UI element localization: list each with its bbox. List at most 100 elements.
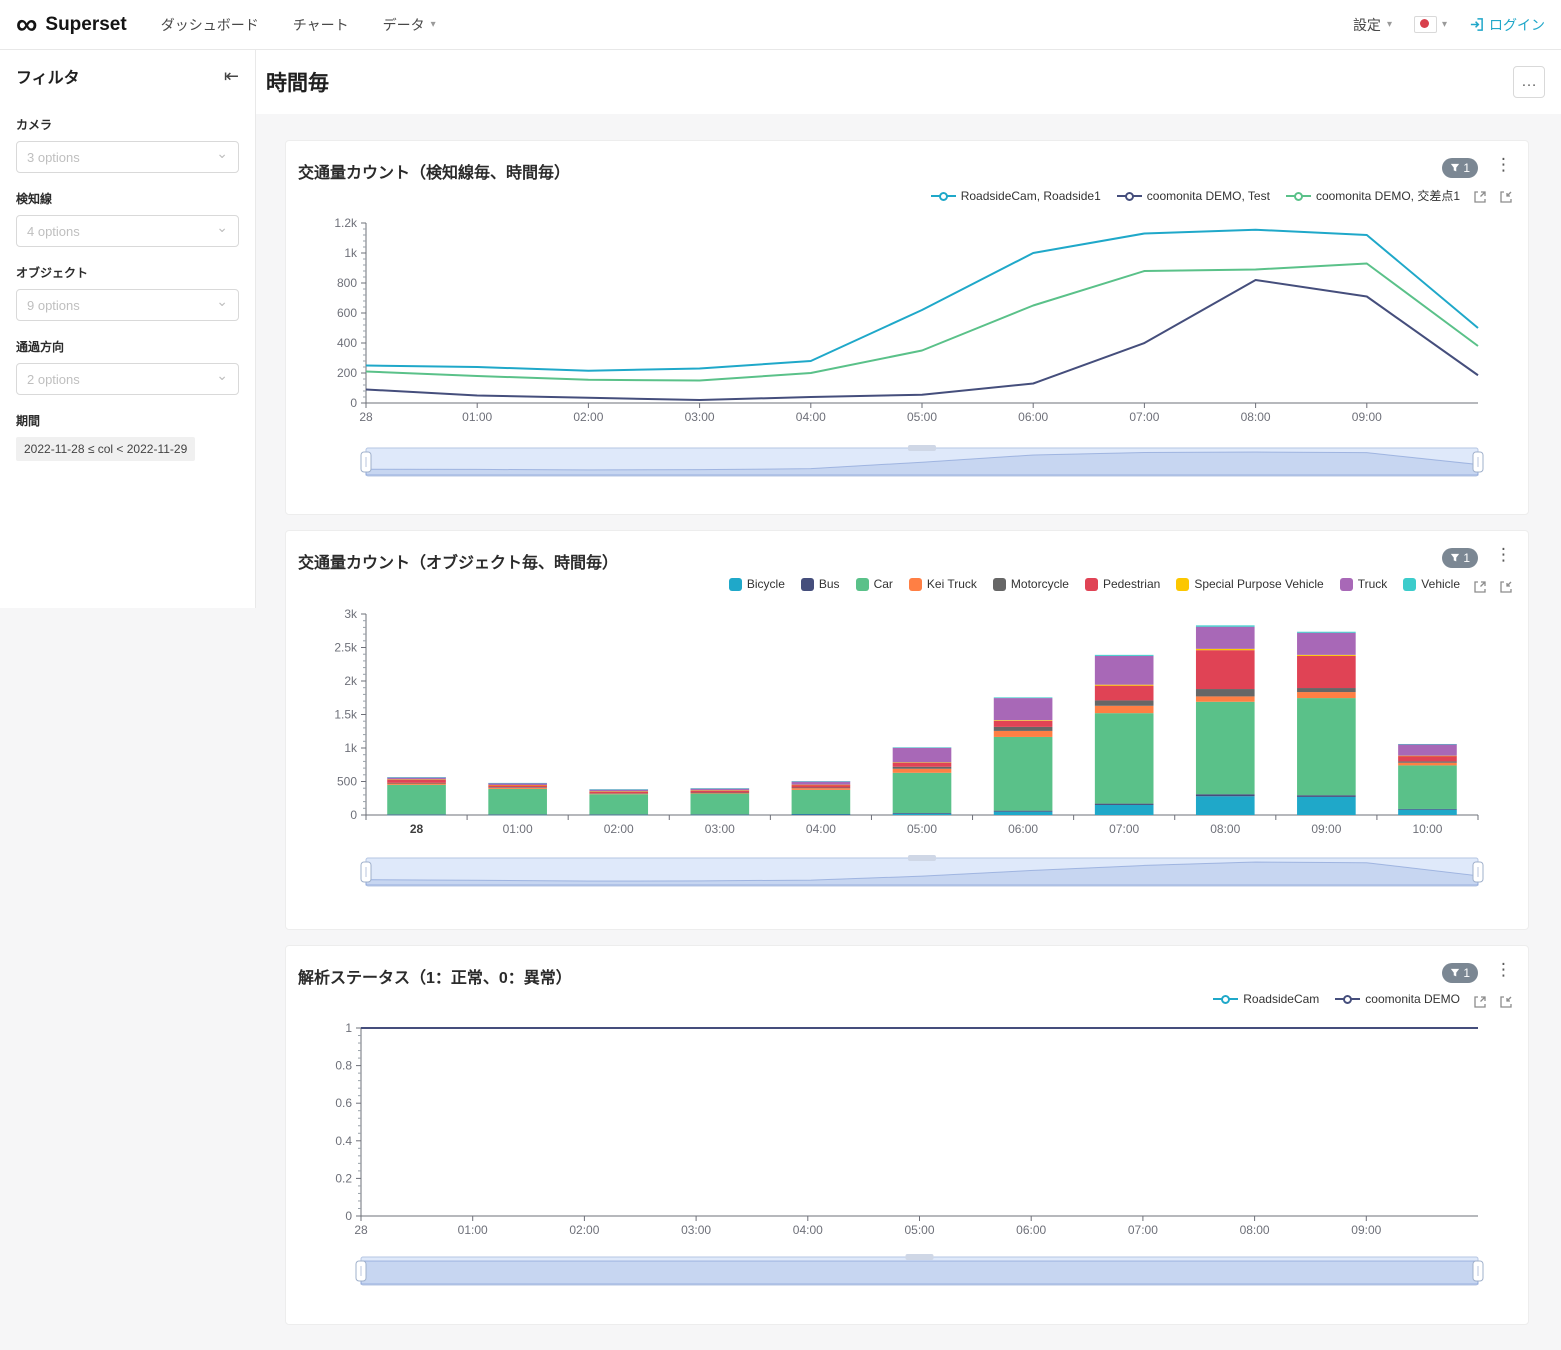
svg-text:09:00: 09:00 — [1352, 410, 1382, 424]
svg-text:28: 28 — [410, 822, 424, 836]
legend-label: Truck — [1358, 577, 1388, 591]
svg-text:05:00: 05:00 — [907, 822, 937, 836]
legend-item[interactable]: Kei Truck — [909, 577, 977, 591]
language-selector[interactable]: ▾ — [1414, 16, 1447, 33]
period-filter-tag[interactable]: 2022-11-28 ≤ col < 2022-11-29 — [16, 437, 195, 461]
filter-label: 検知線 — [16, 190, 239, 207]
svg-text:200: 200 — [337, 366, 357, 380]
svg-text:06:00: 06:00 — [1018, 410, 1048, 424]
filter-count-badge[interactable]: 1 — [1442, 963, 1478, 983]
svg-text:0: 0 — [345, 1209, 352, 1223]
filter-group-camera: カメラ 3 options ⌄ — [16, 116, 239, 173]
nav-item-label: データ — [383, 15, 425, 35]
legend-line-marker — [1335, 994, 1360, 1004]
chart-canvas[interactable]: 05001k1.5k2k2.5k3k2801:0002:0003:0004:00… — [286, 531, 1530, 931]
svg-text:0.8: 0.8 — [335, 1059, 352, 1073]
chevron-down-icon: ⌄ — [216, 367, 228, 384]
settings-label: 設定 — [1353, 15, 1381, 35]
expand-icon[interactable] — [1472, 994, 1488, 1010]
legend-item[interactable]: RoadsideCam — [1213, 992, 1319, 1006]
kebab-menu-icon[interactable]: ⋮ — [1495, 960, 1512, 980]
superset-brand[interactable]: ∞ Superset — [16, 13, 127, 37]
collapse-sidebar-icon[interactable]: ⇤ — [224, 67, 239, 85]
kebab-menu-icon[interactable]: ⋮ — [1495, 545, 1512, 565]
svg-text:03:00: 03:00 — [705, 822, 735, 836]
legend-item[interactable]: coomonita DEMO, Test — [1117, 189, 1270, 203]
filter-select-direction[interactable]: 2 options ⌄ — [16, 363, 239, 395]
legend-item[interactable]: Truck — [1340, 577, 1388, 591]
settings-menu[interactable]: 設定 ▾ — [1353, 15, 1392, 35]
chart-title: 交通量カウント（オブジェクト毎、時間毎） — [298, 549, 618, 573]
filter-select-detection-line[interactable]: 4 options ⌄ — [16, 215, 239, 247]
expand-icon[interactable] — [1472, 189, 1488, 205]
svg-text:02:00: 02:00 — [573, 410, 603, 424]
data-zoom-slider[interactable] — [356, 1254, 1483, 1285]
legend-item[interactable]: Special Purpose Vehicle — [1176, 577, 1323, 591]
restore-icon[interactable] — [1498, 189, 1514, 205]
nav-item-charts[interactable]: チャート — [293, 15, 349, 35]
svg-text:09:00: 09:00 — [1311, 822, 1341, 836]
filter-select-camera[interactable]: 3 options ⌄ — [16, 141, 239, 173]
legend-item[interactable]: RoadsideCam, Roadside1 — [931, 189, 1101, 203]
legend-label: Pedestrian — [1103, 577, 1160, 591]
data-zoom-slider[interactable] — [361, 855, 1483, 886]
legend-swatch — [1176, 578, 1189, 591]
legend-item[interactable]: Bus — [801, 577, 840, 591]
filter-label: オブジェクト — [16, 264, 239, 281]
nav-item-dashboards[interactable]: ダッシュボード — [161, 15, 259, 35]
chart-title: 交通量カウント（検知線毎、時間毎） — [298, 159, 570, 183]
chevron-down-icon: ▾ — [1442, 19, 1447, 30]
slider-move-handle[interactable] — [908, 855, 936, 861]
filter-count-badge[interactable]: 1 — [1442, 158, 1478, 178]
nav-item-label: チャート — [293, 15, 349, 35]
legend-item[interactable]: coomonita DEMO — [1335, 992, 1460, 1006]
nav-item-data[interactable]: データ ▾ — [383, 15, 436, 35]
legend-item[interactable]: Car — [856, 577, 893, 591]
chevron-down-icon: ▾ — [1387, 19, 1392, 30]
legend-item[interactable]: coomonita DEMO, 交差点1 — [1286, 187, 1460, 204]
legend-item[interactable]: Bicycle — [729, 577, 785, 591]
svg-text:0: 0 — [350, 396, 357, 410]
funnel-icon — [1450, 163, 1460, 173]
legend-label: Bicycle — [747, 577, 785, 591]
filter-count-badge[interactable]: 1 — [1442, 548, 1478, 568]
data-zoom-slider[interactable] — [361, 445, 1483, 476]
svg-text:3k: 3k — [344, 607, 358, 621]
superset-logo-icon: ∞ — [16, 13, 37, 37]
legend-item[interactable]: Pedestrian — [1085, 577, 1160, 591]
svg-text:07:00: 07:00 — [1129, 410, 1159, 424]
top-navbar: ∞ Superset ダッシュボード チャート データ ▾ 設定 ▾ ▾ — [0, 0, 1561, 50]
chevron-down-icon: ⌄ — [216, 219, 228, 236]
login-button[interactable]: ログイン — [1469, 15, 1545, 35]
svg-text:07:00: 07:00 — [1128, 1223, 1158, 1237]
brand-name: Superset — [45, 14, 126, 36]
legend-swatch — [856, 578, 869, 591]
restore-icon[interactable] — [1498, 994, 1514, 1010]
chevron-down-icon: ⌄ — [216, 293, 228, 310]
legend-label: coomonita DEMO, Test — [1147, 189, 1270, 203]
svg-text:0.4: 0.4 — [335, 1134, 352, 1148]
svg-text:1.2k: 1.2k — [334, 216, 358, 230]
svg-text:05:00: 05:00 — [907, 410, 937, 424]
chart-card-traffic-by-object: 05001k1.5k2k2.5k3k2801:0002:0003:0004:00… — [285, 530, 1529, 930]
svg-text:02:00: 02:00 — [604, 822, 634, 836]
svg-text:08:00: 08:00 — [1240, 1223, 1270, 1237]
filter-select-object[interactable]: 9 options ⌄ — [16, 289, 239, 321]
legend-item[interactable]: Vehicle — [1403, 577, 1460, 591]
legend-swatch — [1403, 578, 1416, 591]
filter-count: 1 — [1463, 966, 1470, 980]
more-options-button[interactable]: … — [1513, 66, 1545, 98]
dashboard-header: 時間毎 … — [256, 50, 1561, 114]
funnel-icon — [1450, 968, 1460, 978]
kebab-menu-icon[interactable]: ⋮ — [1495, 155, 1512, 175]
filter-panel-title: フィルタ — [16, 64, 80, 88]
slider-move-handle[interactable] — [906, 1254, 934, 1260]
expand-icon[interactable] — [1472, 579, 1488, 595]
legend-label: Special Purpose Vehicle — [1194, 577, 1323, 591]
legend-item[interactable]: Motorcycle — [993, 577, 1069, 591]
slider-move-handle[interactable] — [908, 445, 936, 451]
svg-text:1k: 1k — [344, 246, 358, 260]
restore-icon[interactable] — [1498, 579, 1514, 595]
legend-line-marker — [1286, 191, 1311, 201]
legend-label: Car — [874, 577, 893, 591]
